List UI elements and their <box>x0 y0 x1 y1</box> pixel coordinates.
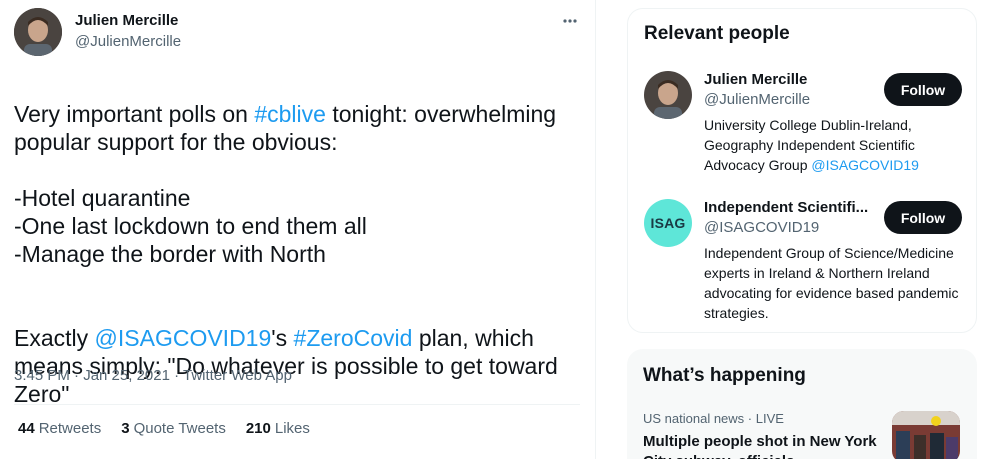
author-name[interactable]: Julien Mercille <box>75 12 178 29</box>
hashtag-link-cblive[interactable]: #cblive <box>254 101 326 127</box>
tweet-text: Very important polls on #cblive tonight:… <box>14 72 584 408</box>
tweet-paragraph-intro: Very important polls on #cblive tonight:… <box>14 72 584 156</box>
isag-logo-text: ISAG <box>650 215 686 231</box>
retweets-label: Retweets <box>38 420 102 437</box>
tweet-meta: 3:45 PM · Jan 25, 2021 · Twitter Web App <box>14 367 292 384</box>
person-avatar[interactable] <box>644 71 692 119</box>
relevant-people-card: Relevant people Julien Mercille @JulienM… <box>627 8 977 333</box>
retweets-stat[interactable]: 44 Retweets <box>18 420 101 437</box>
follow-button[interactable]: Follow <box>884 201 962 234</box>
person-name[interactable]: Julien Mercille <box>704 71 874 88</box>
tweet-timestamp[interactable]: 3:45 PM · Jan 25, 2021 <box>14 367 170 384</box>
author-handle[interactable]: @JulienMercille <box>75 33 181 50</box>
trend-category: US national news · LIVE <box>643 411 784 426</box>
tweet-source-app[interactable]: Twitter Web App <box>183 367 292 384</box>
tweet-text-segment: Very important polls on <box>14 101 255 127</box>
tweet-text-segment: Exactly <box>14 325 95 351</box>
relevant-people-title: Relevant people <box>644 23 790 44</box>
more-horizontal-icon <box>563 19 577 23</box>
person-name[interactable]: Independent Scientifi... <box>704 199 874 216</box>
quote-tweets-label: Quote Tweets <box>133 420 226 437</box>
tweet-text-segment: 's <box>271 325 294 351</box>
trend-thumbnail[interactable] <box>892 411 960 459</box>
divider <box>14 404 580 405</box>
follow-button[interactable]: Follow <box>884 73 962 106</box>
tweet-paragraph-closing: Exactly @ISAGCOVID19's #ZeroCovid plan, … <box>14 296 584 408</box>
author-avatar[interactable] <box>14 8 62 56</box>
more-options-button[interactable] <box>557 8 583 34</box>
person-cell[interactable]: ISAG Independent Scientifi... @ISAGCOVID… <box>644 199 962 321</box>
person-cell[interactable]: Julien Mercille @JulienMercille Follow U… <box>644 71 962 181</box>
tweet-detail: Julien Mercille @JulienMercille Very imp… <box>0 0 596 459</box>
whats-happening-card: What’s happening US national news · LIVE… <box>627 349 977 459</box>
likes-stat[interactable]: 210 Likes <box>246 420 310 437</box>
likes-count: 210 <box>245 420 271 437</box>
tweet-list-line: -Hotel quarantine <box>14 185 191 211</box>
person-bio: Independent Group of Science/Medicine ex… <box>704 245 959 321</box>
whats-happening-title: What’s happening <box>643 365 806 386</box>
quote-tweets-stat[interactable]: 3 Quote Tweets <box>121 420 226 437</box>
tweet-list-line: -One last lockdown to end them all <box>14 213 367 239</box>
tweet-stats: 44 Retweets 3 Quote Tweets 210 Likes <box>18 420 310 437</box>
isag-logo-avatar[interactable]: ISAG <box>644 199 692 247</box>
tweet-list-line: -Manage the border with North <box>14 241 326 267</box>
person-handle[interactable]: @JulienMercille <box>704 91 810 108</box>
likes-label: Likes <box>274 420 310 437</box>
bio-mention-link[interactable]: @ISAGCOVID19 <box>811 157 919 173</box>
quote-tweets-count: 3 <box>121 420 130 437</box>
trend-title: Multiple people shot in New York City su… <box>643 433 877 459</box>
hashtag-link-zerocovid[interactable]: #ZeroCovid <box>294 325 413 351</box>
meta-separator: · <box>169 367 183 384</box>
person-bio: University College Dublin-Ireland, Geogr… <box>704 115 966 175</box>
retweets-count: 44 <box>18 420 35 437</box>
person-handle[interactable]: @ISAGCOVID19 <box>704 219 819 236</box>
trend-item[interactable]: US national news · LIVE Multiple people … <box>643 411 883 459</box>
mention-link-isagcovid19[interactable]: @ISAGCOVID19 <box>95 325 272 351</box>
